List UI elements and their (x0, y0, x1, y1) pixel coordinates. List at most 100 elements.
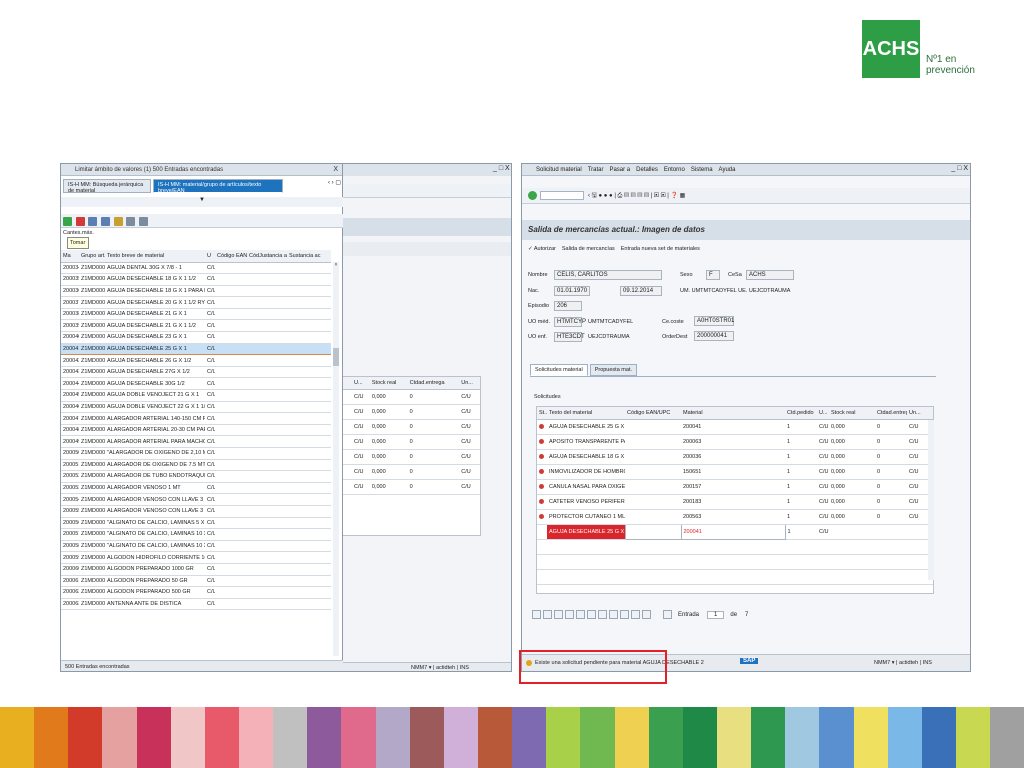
table-cell-empty[interactable] (875, 524, 907, 540)
select-all-icon[interactable] (543, 610, 552, 619)
table-row[interactable]: 200063Z1MD00005ANTENNA ANTE DE DISTICAC/… (61, 598, 331, 611)
field-nombre[interactable]: CELIS, CARLITOS (554, 270, 662, 280)
empty-row[interactable] (537, 539, 933, 555)
collapse-arrow-icon[interactable]: ▼ (61, 197, 343, 207)
col-header[interactable]: Texto breve de material (105, 250, 205, 263)
next-page-icon[interactable] (631, 610, 640, 619)
col-header[interactable]: U (205, 250, 215, 263)
help-icon[interactable] (126, 217, 136, 226)
close-icon[interactable]: X (333, 164, 338, 176)
table-row[interactable]: 200054Z1MD00001ALARGADOR VENOSO CON LLAV… (61, 493, 331, 506)
field-uoenf[interactable]: HTE3CDT (554, 332, 585, 342)
entry-icon[interactable] (663, 610, 672, 619)
table-row[interactable]: 200036Z1MD00020AGUJA DESECHABLE 18 G X 1… (61, 285, 331, 298)
menu-item[interactable]: Detalles (636, 164, 658, 176)
enter-icon[interactable] (528, 191, 537, 200)
toolbar-icons[interactable]: ‹ 🖫 ● ● ● | ⎙ ▤ ▤ ▤ ▤ | ▣ ▣ | ❓ ▦ (588, 191, 685, 201)
tab-nav-icon[interactable]: ‹ › ▢ (328, 179, 341, 193)
col-header[interactable]: Un... (907, 407, 933, 420)
field-cecoste[interactable]: A0HT0STR01 (694, 316, 734, 326)
table-row[interactable]: 200047Z1MD00001ALARGADOR ARTERIAL 140-15… (61, 412, 331, 425)
vertical-scrollbar[interactable]: ˄ (333, 262, 339, 656)
table-row[interactable]: AGUJA DESECHABLE 25 G X 1 200041 1 C/U 0,000… (537, 419, 933, 435)
window-controls-icon[interactable]: _ □ X (951, 165, 968, 172)
entrada-input[interactable]: 1 (707, 610, 725, 619)
menu-item[interactable]: Pasar a (609, 164, 630, 176)
print-icon[interactable] (139, 217, 149, 226)
table-row[interactable]: 200053Z1MD00001ALARGADOR VENOSO 1 MTC/U (61, 482, 331, 495)
field-nac[interactable]: 01.01.1970 (554, 286, 590, 296)
tab-material-search[interactable]: IS-H MM: material/grupo de artículos/tex… (153, 179, 283, 194)
tab-propuesta[interactable]: Propuesta mat. (589, 364, 637, 376)
table-row[interactable]: INMOVILIZADOR DE HOMBRO 150651 1 C/U 0,000 0 C… (537, 464, 933, 480)
field-sexo[interactable]: F (706, 270, 720, 280)
table-row[interactable]: 200040Z1MD00020AGUJA DESECHABLE 23 G X 1… (61, 331, 331, 344)
authorize-button[interactable]: ✓ Autorizar (528, 246, 556, 252)
table-row[interactable]: CANULA NASAL PARA OXIGENOTERAPIA 2001571C… (537, 479, 933, 495)
table-row[interactable]: 200037Z1MD00020AGUJA DESECHABLE 20 G X 1… (61, 296, 331, 309)
tab-hierarchical-search[interactable]: IS-H MM: Búsqueda jerárquica de material (63, 179, 151, 194)
accept-icon[interactable] (63, 217, 72, 226)
table-row[interactable]: 200045Z1MD00040AGUJA DOBLE VENOJECT 21 G… (61, 389, 331, 402)
table-row[interactable]: 200039Z1MD00020AGUJA DESECHABLE 21 G X 1… (61, 319, 331, 333)
filter-icon[interactable] (598, 610, 607, 619)
menu-item[interactable]: Entorno (664, 164, 685, 176)
table-settings-icon[interactable] (532, 610, 541, 619)
table-row[interactable]: 200059Z1MD00048ALGODON HIDROFILO CORRIEN… (61, 551, 331, 564)
table-row[interactable]: 200049Z1MD00001ALARGADOR ARTERIAL PARA M… (61, 435, 331, 448)
table-row[interactable]: APOSITO TRANSPARENTE PARA FIJACI.. 200063… (537, 434, 933, 450)
field-episodio[interactable]: 206 (554, 301, 582, 311)
field-uomed[interactable]: HTMTCYP (554, 317, 586, 327)
table-cell-empty[interactable] (829, 524, 875, 540)
table-row[interactable]: 200057Z1MD00048"ALGINATO DE CALCIO, LAMI… (61, 528, 331, 541)
field-orderdest[interactable]: 200000041 (694, 331, 734, 341)
table-row[interactable]: 200055Z1MD00001ALARGADOR VENOSO CON LLAV… (61, 505, 331, 518)
new-entry-button[interactable]: Entrada nueva set de materiales (621, 246, 700, 252)
table-row[interactable]: 200060Z1MD00048ALGODON PREPARADO 1000 GR… (61, 563, 331, 576)
col-header[interactable]: Ma (61, 250, 79, 263)
table-row[interactable]: 200051Z1MD00001ALARGADOR DE OXIGENO DE 7… (61, 459, 331, 472)
prev-page-icon[interactable] (620, 610, 629, 619)
deselect-icon[interactable] (554, 610, 563, 619)
table-row[interactable]: AGUJA DESECHABLE 18 G X 1 PARA PRE.. 2000… (537, 449, 933, 465)
sort-asc-icon[interactable] (576, 610, 585, 619)
table-row[interactable]: 200041Z1MD00020AGUJA DESECHABLE 25 G X 1… (61, 342, 331, 356)
menu-item[interactable]: Ayuda (719, 164, 736, 176)
menu-item[interactable]: Tratar (588, 164, 604, 176)
edit-row[interactable]: AGUJA DESECHABLE 25 G X 1 200041 1 C/U (537, 523, 933, 540)
col-header[interactable]: Ctd.pedido (785, 407, 817, 420)
edit-material[interactable]: 200041 (680, 523, 786, 540)
table-cell-empty[interactable] (624, 523, 682, 540)
find-icon[interactable] (88, 217, 98, 226)
field-fecha[interactable]: 09.12.2014 (620, 286, 662, 296)
table-row[interactable]: 200038Z1MD00020AGUJA DESECHABLE 21 G X 1… (61, 308, 331, 321)
sort-icon[interactable] (113, 217, 123, 226)
cancel-icon[interactable] (75, 217, 85, 226)
col-header[interactable]: Código EAN/UPC (625, 407, 681, 420)
menu-item[interactable]: Sistema (691, 164, 713, 176)
bg-status-right[interactable]: NMM7 ▾ | actidteh | INS (411, 665, 469, 671)
table-row[interactable]: 200044Z1MD00020AGUJA DESECHABLE 30G 1/2C… (61, 377, 331, 391)
col-header[interactable]: Stock real (829, 407, 875, 420)
table-row[interactable]: 200056Z1MD00048"ALGINATO DE CALCIO, LAMI… (61, 517, 331, 530)
sort-desc-icon[interactable] (587, 610, 596, 619)
col-header[interactable]: St... (537, 407, 547, 420)
table-row[interactable]: 200046Z1MD00040AGUJA DOBLE VENOJECT 22 G… (61, 401, 331, 414)
col-header[interactable]: Código EAN/ (215, 250, 247, 263)
table-row[interactable]: 200048Z1MD00001ALARGADOR ARTERIAL 20-30 … (61, 424, 331, 437)
edit-unit[interactable]: C/U (817, 524, 829, 540)
tab-solicitudes[interactable]: Solicitudes material (530, 364, 588, 376)
table-row[interactable]: PROTECTOR CUTANEO 1 ML 200563 1 C/U 0,000 0 C/… (537, 509, 933, 525)
col-header[interactable]: Sustancia ac (287, 250, 331, 263)
col-header[interactable]: Grupo art. (79, 250, 105, 263)
goods-issue-button[interactable]: Salida de mercancías (562, 246, 615, 252)
empty-row[interactable] (537, 584, 933, 593)
table-row[interactable]: 200058Z1MD00048"ALGINATO DE CALCIO, LAMI… (61, 540, 331, 553)
table-row[interactable]: 200034Z1MD00020AGUJA DENTAL 30G X 7/8 - … (61, 262, 331, 275)
menu-item[interactable]: Solicitud material (536, 164, 582, 176)
table-cell-empty[interactable] (537, 524, 547, 540)
empty-row[interactable] (537, 569, 933, 585)
table-row[interactable]: 200035Z1MD00020AGUJA DESECHABLE 18 G X 1… (61, 273, 331, 286)
last-page-icon[interactable] (642, 610, 651, 619)
edit-text[interactable]: AGUJA DESECHABLE 25 G X 1 (547, 524, 625, 540)
